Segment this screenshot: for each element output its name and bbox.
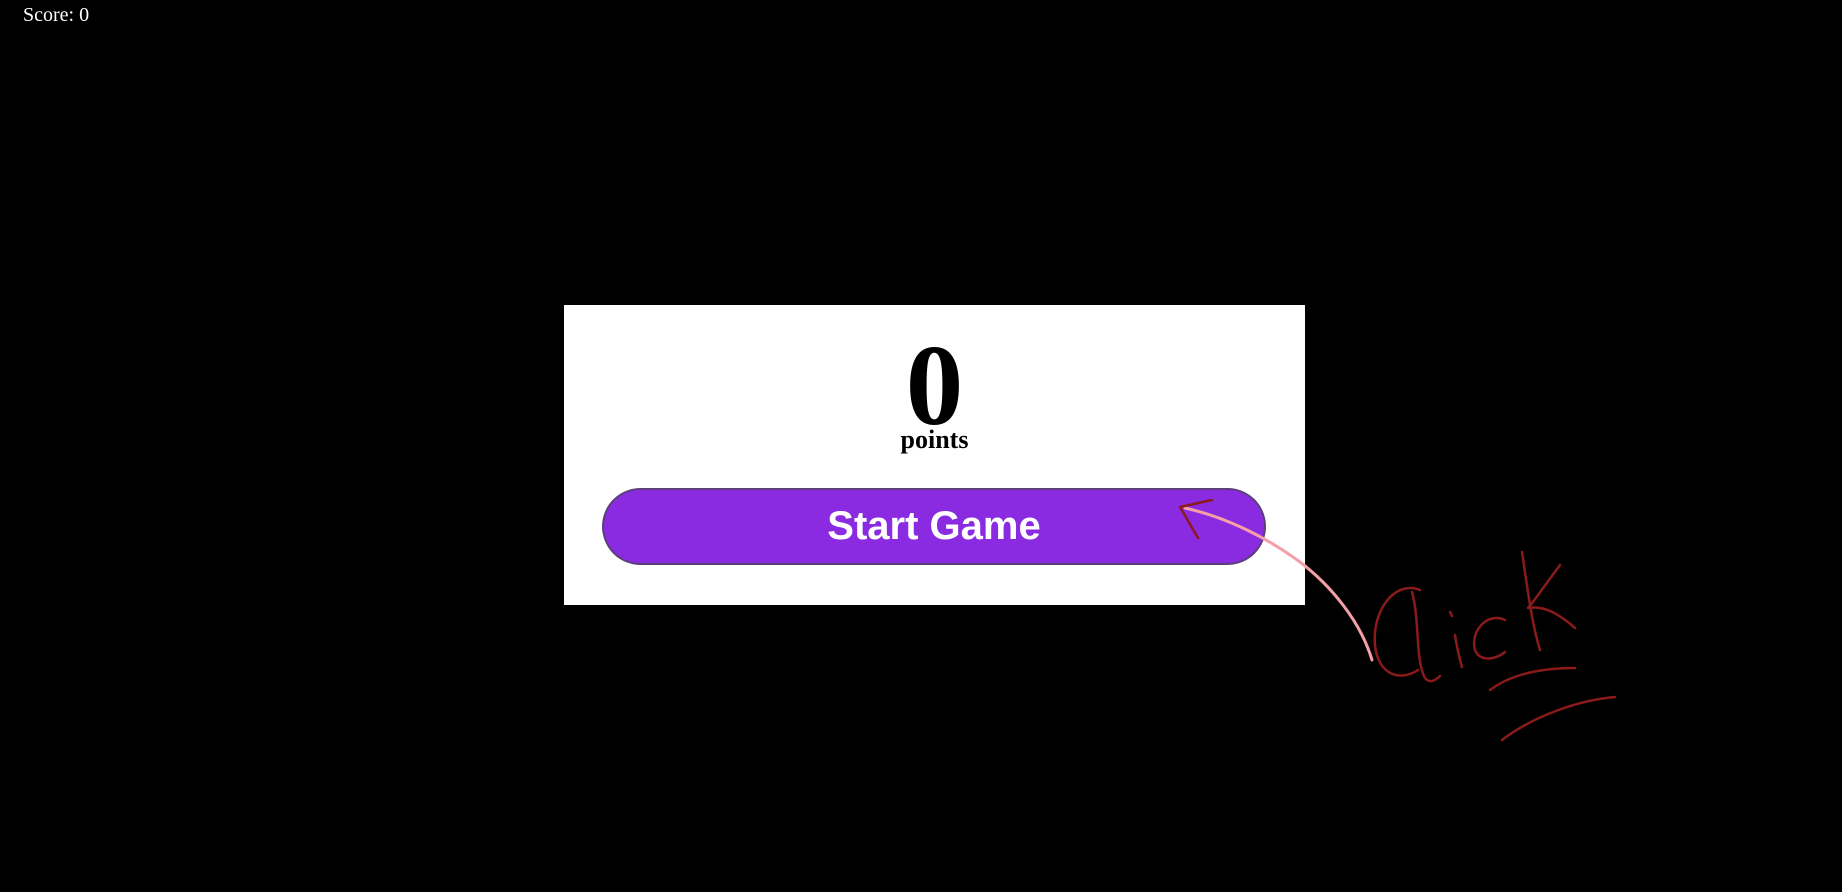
start-game-button[interactable]: Start Game bbox=[602, 488, 1266, 565]
score-value: 0 bbox=[79, 4, 90, 26]
points-label: points bbox=[900, 425, 969, 454]
annotation-click-scribble-icon bbox=[1373, 550, 1577, 683]
score-hud: Score: 0 bbox=[23, 4, 89, 26]
annotation-underline-icon bbox=[1488, 666, 1577, 692]
annotation-underline-icon bbox=[1500, 695, 1617, 742]
score-label: Score: bbox=[23, 4, 75, 26]
start-panel: 0 points Start Game bbox=[564, 305, 1305, 605]
